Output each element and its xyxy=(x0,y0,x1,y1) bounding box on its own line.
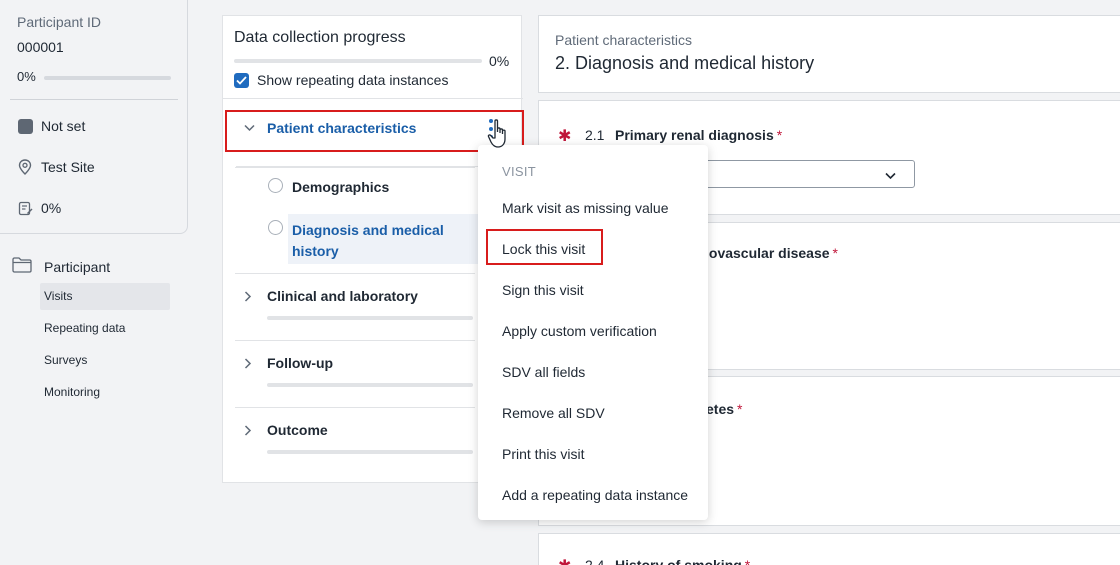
menu-item-sign-visit[interactable]: Sign this visit xyxy=(502,282,584,298)
required-asterisk-icon: ✱ xyxy=(558,556,571,565)
menu-header: VISIT xyxy=(502,164,537,179)
divider xyxy=(235,407,475,408)
menu-item-print-visit[interactable]: Print this visit xyxy=(502,446,584,462)
form-edit-icon xyxy=(17,200,33,216)
divider xyxy=(10,99,178,100)
participant-site: Test Site xyxy=(17,159,95,175)
participant-status: Not set xyxy=(17,118,85,134)
divider xyxy=(235,167,475,168)
overall-progress-bar xyxy=(234,59,482,63)
status-square-icon xyxy=(17,118,33,134)
required-asterisk-icon: ✱ xyxy=(558,128,572,145)
question-number: 2.1 xyxy=(585,127,605,143)
chevron-right-icon xyxy=(244,291,252,305)
section-title: Clinical and laboratory xyxy=(267,288,418,304)
show-repeating-toggle[interactable]: Show repeating data instances xyxy=(234,72,448,88)
section-progress-bar xyxy=(267,316,473,320)
menu-item-custom-verification[interactable]: Apply custom verification xyxy=(502,323,657,339)
question-number: 2.4 xyxy=(585,557,605,565)
show-repeating-label: Show repeating data instances xyxy=(257,72,449,88)
section-title: Outcome xyxy=(267,422,328,438)
checkbox-checked-icon[interactable] xyxy=(234,72,249,88)
chevron-right-icon xyxy=(244,358,252,372)
progress-panel-title: Data collection progress xyxy=(234,29,406,46)
chevron-down-icon xyxy=(885,166,896,185)
highlight-box-lock xyxy=(486,229,603,265)
menu-item-add-repeating[interactable]: Add a repeating data instance xyxy=(502,487,688,503)
participant-progress-bar xyxy=(44,76,171,80)
visit-context-menu: VISIT Mark visit as missing value Lock t… xyxy=(478,145,708,520)
divider xyxy=(223,98,523,99)
participant-site-text: Test Site xyxy=(41,159,95,175)
question-text: Primary renal diagnosis * xyxy=(615,127,783,143)
nav-item-visits[interactable]: Visits xyxy=(40,283,170,310)
sub-item-diagnosis-medical-history[interactable]: Diagnosis and medical history xyxy=(292,220,462,262)
sub-item-demographics[interactable]: Demographics xyxy=(292,179,389,195)
nav-participant-label: Participant xyxy=(44,258,111,275)
page-header-card: Patient characteristics 2. Diagnosis and… xyxy=(538,15,1120,93)
divider xyxy=(235,340,475,341)
participant-id-label: Participant ID xyxy=(17,14,102,30)
folder-icon xyxy=(12,257,32,276)
radio-unselected-icon[interactable] xyxy=(268,220,283,235)
participant-card: Participant ID 000001 0% Not set Test Si… xyxy=(0,0,188,234)
section-progress-bar xyxy=(267,383,473,387)
nav-item-surveys[interactable]: Surveys xyxy=(40,347,170,374)
question-text: etes * xyxy=(706,401,743,417)
divider xyxy=(236,166,486,167)
chevron-right-icon xyxy=(244,425,252,439)
nav-participant[interactable]: Participant xyxy=(12,257,110,276)
participant-id-value: 000001 xyxy=(17,39,64,55)
question-text: iovascular disease * xyxy=(705,245,838,261)
hand-cursor-icon xyxy=(487,118,513,155)
section-progress-bar xyxy=(267,450,473,454)
divider xyxy=(235,273,475,274)
left-sidebar: Participant ID 000001 0% Not set Test Si… xyxy=(0,0,198,565)
menu-item-remove-sdv[interactable]: Remove all SDV xyxy=(502,405,605,421)
page-title: 2. Diagnosis and medical history xyxy=(555,53,815,73)
participant-completion-text: 0% xyxy=(41,200,62,216)
nav-item-monitoring[interactable]: Monitoring xyxy=(40,379,170,406)
participant-status-text: Not set xyxy=(41,118,86,134)
nav-item-repeating-data[interactable]: Repeating data xyxy=(40,315,170,342)
location-pin-icon xyxy=(17,159,33,175)
section-title: Follow-up xyxy=(267,355,334,371)
menu-item-sdv-all[interactable]: SDV all fields xyxy=(502,364,585,380)
question-text: History of smoking * xyxy=(615,557,751,565)
breadcrumb: Patient characteristics xyxy=(555,32,692,48)
menu-item-mark-missing[interactable]: Mark visit as missing value xyxy=(502,200,669,216)
participant-progress-text: 0% xyxy=(17,69,36,84)
radio-unselected-icon[interactable] xyxy=(268,178,283,193)
participant-completion: 0% xyxy=(17,200,61,216)
overall-progress-pct: 0% xyxy=(489,53,510,69)
